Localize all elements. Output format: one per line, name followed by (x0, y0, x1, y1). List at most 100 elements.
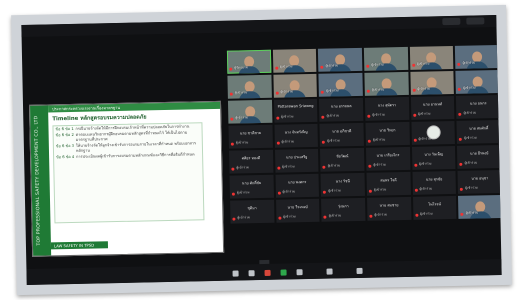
participant-name: นาย สมชาย (379, 203, 399, 208)
view-button[interactable] (442, 17, 461, 26)
participant-tile[interactable]: นาย สมศักดิ์ ผู้เข้าร่วม (456, 119, 501, 144)
participant-tile[interactable]: นาง วันเพ็ญ ผู้เข้าร่วม (411, 145, 456, 170)
participant-tile[interactable]: นาย สมชาย ผู้เข้าร่วม (367, 196, 412, 221)
participant-name: นาย สุรชัย (425, 177, 443, 182)
mic-muted-icon (229, 67, 233, 71)
participant-name: นาย อนุชา (471, 176, 489, 181)
participant-tile[interactable]: นาย วีระพงษ์ ผู้เข้าร่วม (275, 198, 320, 223)
participant-tile[interactable]: นาย ประเสริฐ ผู้เข้าร่วม (274, 148, 319, 173)
participant-tile[interactable]: นาย ธนกร ผู้เข้าร่วม (456, 94, 501, 119)
participant-tile[interactable]: นาย วิทยา ผู้เข้าร่วม (365, 121, 410, 146)
participant-tile[interactable]: ผู้เข้าร่วม (409, 45, 454, 70)
mic-muted-icon (458, 112, 462, 116)
participant-tag: ผู้เข้าร่วม (465, 185, 478, 190)
mic-muted-icon (366, 89, 370, 93)
participant-tile[interactable]: นาย อนุชาผู้เข้าร่วม (457, 169, 502, 194)
slide-header: ประกาศกระทรวงแรงงานเรื่องมาตรฐาน (48, 101, 221, 113)
participant-name: นาย ธีรพงษ์ (470, 151, 489, 156)
participant-tag: ผู้เข้าร่วม (280, 114, 294, 119)
participant-name: Pattarawan Sriwong (277, 103, 314, 109)
participant-tile[interactable]: ผู้เข้าร่วม (318, 47, 363, 72)
participant-tile[interactable]: ผู้เข้าร่วม (455, 45, 500, 69)
participant-tile[interactable]: ผู้เข้าร่วม (363, 46, 409, 71)
reactions-icon[interactable] (296, 269, 303, 276)
share-screen-icon[interactable] (264, 269, 271, 276)
participant-tile[interactable]: นาย เกรียงไกร ผู้เข้าร่วม (365, 146, 411, 171)
record-icon[interactable] (280, 269, 287, 276)
mic-muted-icon (277, 166, 281, 170)
participant-tile[interactable]: ผู้เข้าร่วม (364, 71, 409, 96)
more-icon[interactable] (326, 268, 333, 275)
slide-clause-box: ข้อ 6 ข้อ 1 กรณีนายจ้างจัดให้มีการฝึกอบร… (52, 122, 205, 224)
leave-icon[interactable] (356, 267, 363, 275)
participant-tag: ผู้เข้าร่วม (328, 213, 342, 218)
participant-tile[interactable]: ผู้เข้าร่วม (273, 73, 318, 98)
participant-tag: ผู้เข้าร่วม (281, 139, 295, 144)
participant-tile[interactable]: นาย อรรถพล ผู้เข้าร่วม (319, 97, 364, 122)
participant-tag: ผู้จัดอบรม (234, 65, 248, 70)
participants-icon[interactable] (232, 270, 239, 277)
fullscreen-button[interactable] (466, 17, 485, 25)
participant-tile[interactable]: นาย อภิชาติ ผู้เข้าร่วม (319, 122, 364, 147)
participant-tile[interactable]: นาง จันทร์เพ็ญ ผู้เข้าร่วม (274, 123, 319, 148)
participant-tag: ผู้เข้าร่วม (418, 136, 432, 141)
photo-frame: TOP PROFESSIONAL SAFETY DEVELOPMENT CO.,… (11, 4, 512, 296)
participant-tag: ผู้เข้าร่วม (282, 189, 296, 194)
participant-tile[interactable]: นาย ศักดิ์ชัย ผู้เข้าร่วม (229, 174, 274, 199)
participant-tile[interactable]: รุ่งนภา ผู้เข้าร่วม (321, 197, 366, 222)
mic-muted-icon (230, 117, 234, 121)
mic-muted-icon (278, 216, 282, 220)
participant-tag: ผู้เข้าร่วม (326, 88, 339, 93)
mic-muted-icon (460, 187, 464, 191)
participant-tile[interactable]: ศศิธร ทองดี ผู้เข้าร่วม (229, 149, 274, 174)
mic-muted-icon (415, 213, 419, 217)
participant-tile[interactable]: ผู้จัดอบรม (226, 49, 272, 74)
participant-name: นาย สมศักดิ์ (469, 126, 489, 131)
participant-name: นาย ธนกร (469, 101, 487, 106)
participant-tile[interactable]: นาย พงศกรผู้เข้าร่วม (275, 173, 320, 198)
participant-tile[interactable]: ผู้เข้าร่วม (227, 74, 272, 99)
mic-muted-icon (411, 63, 415, 67)
mic-muted-icon (412, 113, 416, 117)
mic-muted-icon (321, 115, 325, 119)
participant-tile[interactable]: Pattarawan Sriwong ผู้เข้าร่วม (273, 98, 318, 123)
participant-tile[interactable]: นาย อานนท์ ผู้เข้าร่วม (410, 95, 455, 120)
participant-tag: ผู้เข้าร่วม (326, 113, 340, 118)
participant-tag: ผู้เข้าร่วม (371, 87, 385, 92)
participant-tile[interactable]: นาง รัชนี ผู้เข้าร่วม (320, 172, 365, 197)
participant-tile[interactable]: นาย ชาติชายผู้เข้าร่วม (228, 124, 273, 149)
participant-tile[interactable]: นาย ธีรพงษ์ ผู้เข้าร่วม (457, 144, 502, 169)
participant-tag: ผู้เข้าร่วม (235, 140, 249, 145)
clause-number: ข้อ 6 ข้อ 2 (55, 132, 74, 138)
participant-tile[interactable]: ผู้เข้าร่วม (458, 194, 502, 219)
participant-tile[interactable]: ผู้เข้าร่วม (455, 70, 500, 94)
participant-tag: ผู้เข้าร่วม (279, 64, 293, 69)
participant-tile[interactable]: ผู้เข้าร่วม (318, 72, 363, 97)
mic-muted-icon (323, 190, 327, 194)
participant-name: ชุติมา (247, 206, 257, 211)
participant-tile[interactable]: สมพร ใจดี ผู้เข้าร่วม (366, 171, 411, 196)
participant-tile[interactable]: ชัยวัฒน์ ผู้เข้าร่วม (320, 147, 365, 172)
participant-tile[interactable]: ผู้เข้าร่วม (272, 48, 317, 73)
participant-tag: ผู้เข้าร่วม (371, 62, 384, 67)
top-toolbar (21, 15, 497, 37)
participant-tile[interactable]: นาง สุพัตรา ผู้เข้าร่วม (364, 96, 410, 121)
participant-name: นาง วันเพ็ญ (424, 152, 443, 157)
participant-tile[interactable]: นาย สุรชัย ผู้เข้าร่วม (412, 170, 457, 195)
participant-tile[interactable]: ชุติมา ผู้เข้าร่วม (230, 199, 275, 224)
participant-tile[interactable]: ไพโรจน์ ผู้เข้าร่วม (412, 195, 457, 220)
participant-tile[interactable]: ผู้เข้าร่วม (410, 70, 455, 95)
participant-tile[interactable]: ผู้เข้าร่วม (411, 120, 456, 145)
mic-muted-icon (369, 214, 373, 218)
participant-tag: ผู้เข้าร่วม (280, 89, 294, 94)
toolbar-caret[interactable] (258, 259, 269, 265)
mic-muted-icon (458, 87, 462, 91)
participant-name: นาย พงศกร (288, 180, 307, 185)
zoom-meeting-window: TOP PROFESSIONAL SAFETY DEVELOPMENT CO.,… (21, 15, 502, 285)
participant-name: นาง รัชนี (335, 179, 350, 184)
mic-muted-icon (232, 217, 236, 221)
mic-muted-icon (231, 167, 235, 171)
participant-name: นาย ชาติชาย (239, 131, 262, 136)
chat-icon[interactable] (248, 270, 255, 277)
participant-tile[interactable]: ผู้เข้าร่วม (227, 99, 273, 124)
